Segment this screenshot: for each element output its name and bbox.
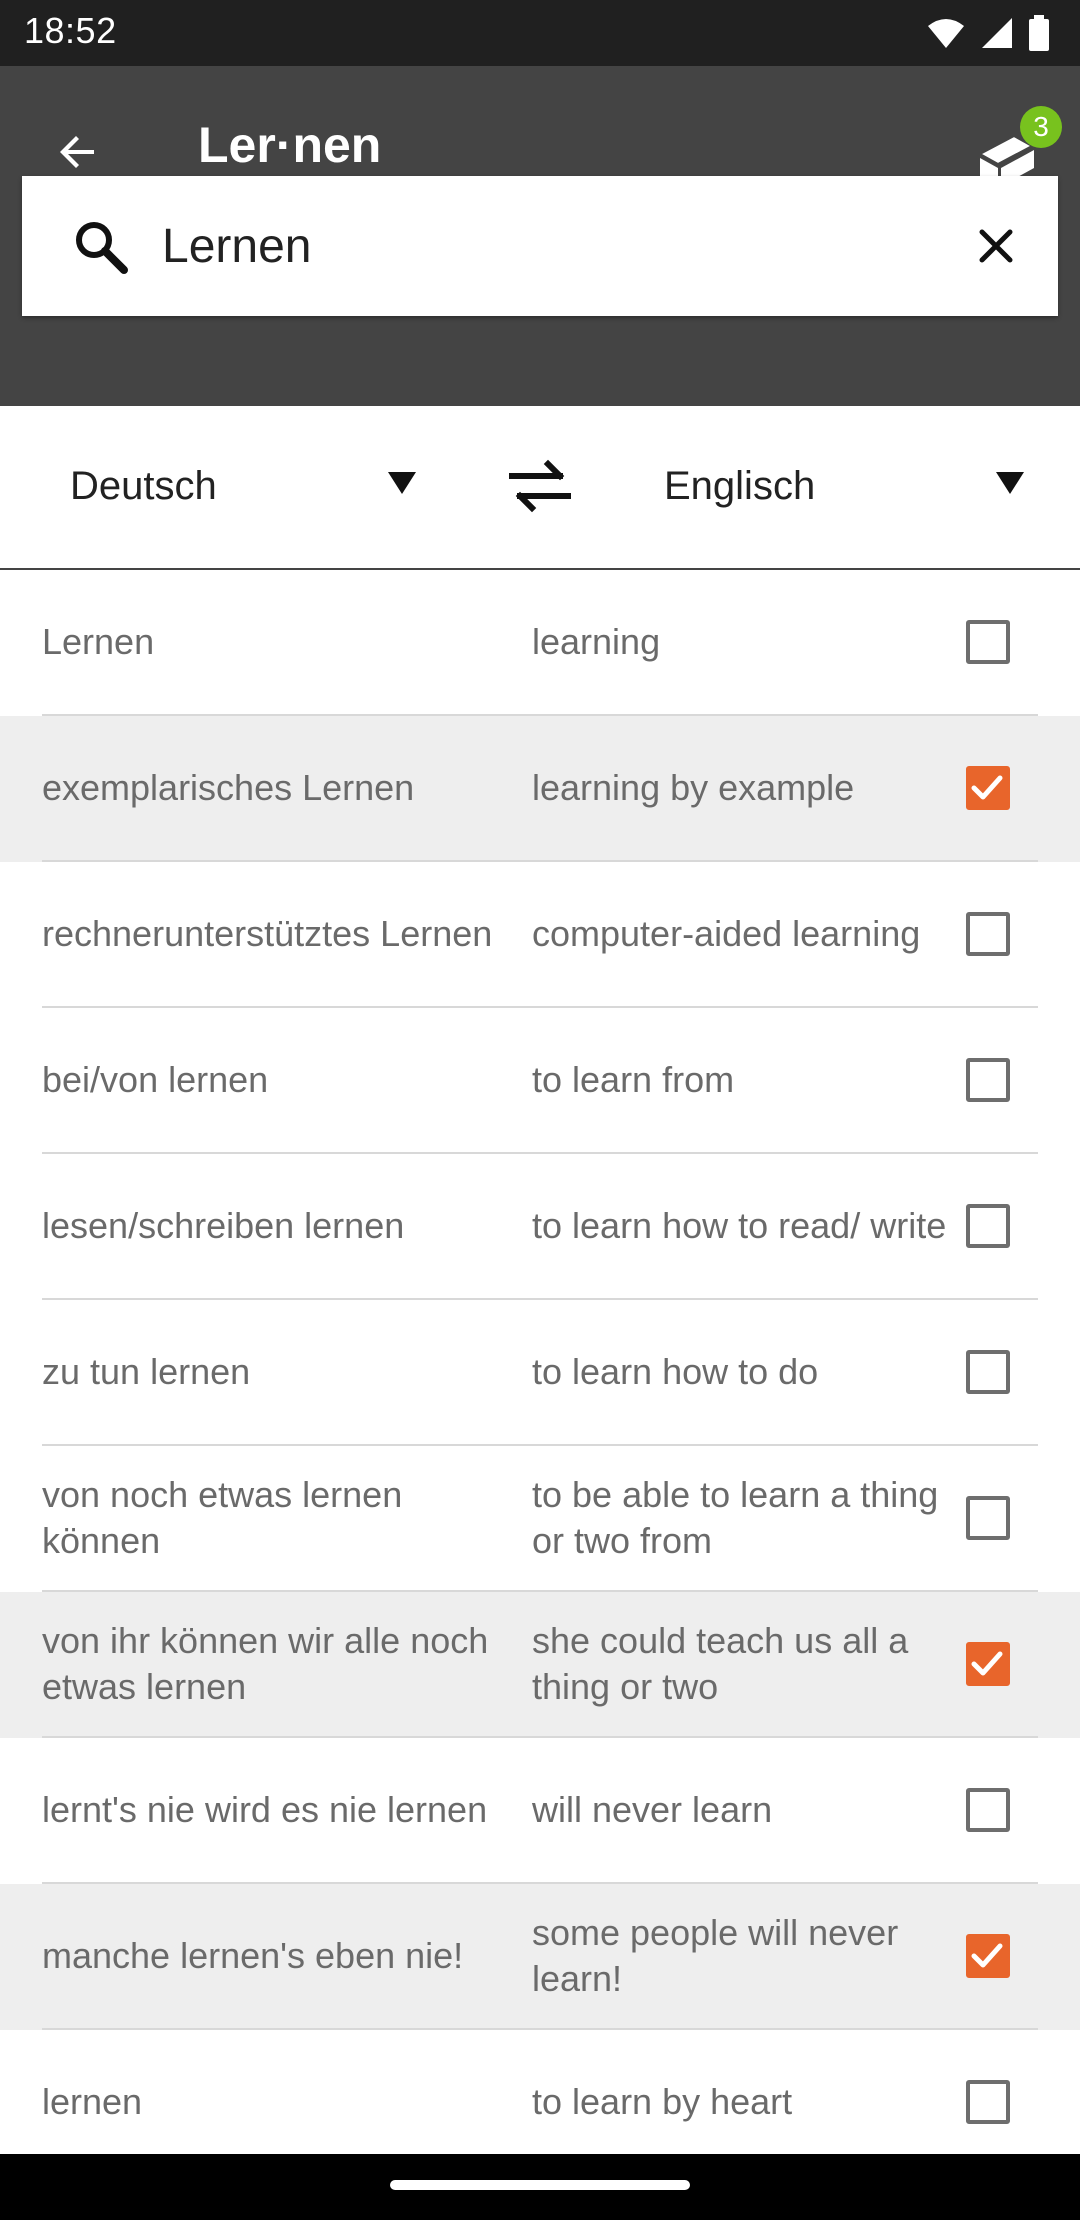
select-checkbox[interactable] <box>966 766 1010 810</box>
translation-term: to learn how to do <box>532 1351 819 1392</box>
translation-term: to learn by heart <box>532 2081 793 2122</box>
status-icons <box>926 14 1050 52</box>
select-checkbox[interactable] <box>966 1496 1010 1540</box>
search-input[interactable] <box>162 200 942 292</box>
search-icon <box>76 222 128 274</box>
translation-term: computer-aided learning <box>532 913 921 954</box>
signal-icon <box>982 18 1012 48</box>
source-language-label: Deutsch <box>70 463 217 508</box>
list-item[interactable]: zu tun lernen to learn how to do <box>0 1300 1080 1446</box>
dropdown-arrow-icon <box>996 472 1024 494</box>
list-item[interactable]: bei/von lernen to learn from <box>0 1008 1080 1154</box>
swap-arrows-icon <box>509 459 571 513</box>
checkmark-icon <box>971 775 1003 800</box>
clear-search-button[interactable] <box>962 212 1030 280</box>
status-time: 18:52 <box>24 10 117 51</box>
cards-count-badge: 3 <box>1020 106 1062 148</box>
list-item[interactable]: manche lernen's eben nie! some people wil… <box>0 1884 1080 2030</box>
checkmark-icon <box>971 1943 1003 1968</box>
list-item[interactable]: exemplarisches Lernen learning by example <box>0 716 1080 862</box>
swap-languages-button[interactable] <box>504 450 576 522</box>
close-icon <box>979 229 1013 263</box>
list-item[interactable]: von noch etwas lernen können to be able t… <box>0 1446 1080 1592</box>
search-box <box>22 176 1058 316</box>
select-checkbox[interactable] <box>966 1788 1010 1832</box>
page-title: Ler·nen <box>198 117 382 173</box>
select-checkbox[interactable] <box>966 1642 1010 1686</box>
navigation-bar <box>0 2154 1080 2220</box>
select-checkbox[interactable] <box>966 1350 1010 1394</box>
list-item[interactable]: lernt's nie wird es nie lernen will never… <box>0 1738 1080 1884</box>
source-term: lesen/schreiben lernen <box>42 1205 405 1246</box>
select-checkbox[interactable] <box>966 620 1010 664</box>
source-term: manche lernen's eben nie! <box>42 1935 464 1976</box>
select-checkbox[interactable] <box>966 2080 1010 2124</box>
translation-term: to be able to learn a thing or two from <box>532 1474 939 1561</box>
translation-term: to learn from <box>532 1059 735 1100</box>
translation-term: will never learn <box>532 1789 773 1830</box>
source-term: zu tun lernen <box>42 1351 251 1392</box>
select-checkbox[interactable] <box>966 1934 1010 1978</box>
source-term: von ihr können wir alle noch etwas lerne… <box>42 1620 489 1707</box>
target-language-select[interactable]: Englisch <box>664 446 1024 526</box>
battery-icon <box>1029 15 1049 51</box>
language-bar: Deutsch Englisch <box>0 406 1080 570</box>
translation-term: some people will never learn! <box>532 1912 899 1999</box>
source-term: Lernen <box>42 621 155 662</box>
list-item[interactable]: von ihr können wir alle noch etwas lerne… <box>0 1592 1080 1738</box>
select-checkbox[interactable] <box>966 1058 1010 1102</box>
translation-term: learning by example <box>532 767 855 808</box>
source-term: lernt's nie wird es nie lernen <box>42 1789 488 1830</box>
select-checkbox[interactable] <box>966 1204 1010 1248</box>
source-term: exemplarisches Lernen <box>42 767 415 808</box>
translation-term: to learn how to read/ write <box>532 1205 947 1246</box>
source-term: rechnerunterstütztes Lernen <box>42 913 493 954</box>
wifi-icon <box>928 19 964 48</box>
source-term: von noch etwas lernen können <box>42 1474 403 1561</box>
list-item[interactable]: rechnerunterstütztes Lernen computer-aide… <box>0 862 1080 1008</box>
checkmark-icon <box>971 1651 1003 1676</box>
select-checkbox[interactable] <box>966 912 1010 956</box>
source-term: lernen <box>42 2081 143 2122</box>
list-item[interactable]: Lernen learning <box>0 570 1080 716</box>
translation-term: learning <box>532 621 661 662</box>
results-list: Lernen learning exemplarisches Lernen learn… <box>0 570 1080 2176</box>
app-bar: Ler·nen 3 <box>0 66 1080 406</box>
translation-term: she could teach us all a thing or two <box>532 1620 909 1707</box>
source-language-select[interactable]: Deutsch <box>70 446 430 526</box>
arrow-left-icon <box>60 136 94 168</box>
dropdown-arrow-icon <box>388 472 416 494</box>
status-bar: 18:52 <box>0 0 1080 66</box>
list-item[interactable]: lesen/schreiben lernen to learn how to re… <box>0 1154 1080 1300</box>
home-gesture-handle[interactable] <box>390 2180 690 2190</box>
source-term: bei/von lernen <box>42 1059 269 1100</box>
target-language-label: Englisch <box>664 463 816 508</box>
